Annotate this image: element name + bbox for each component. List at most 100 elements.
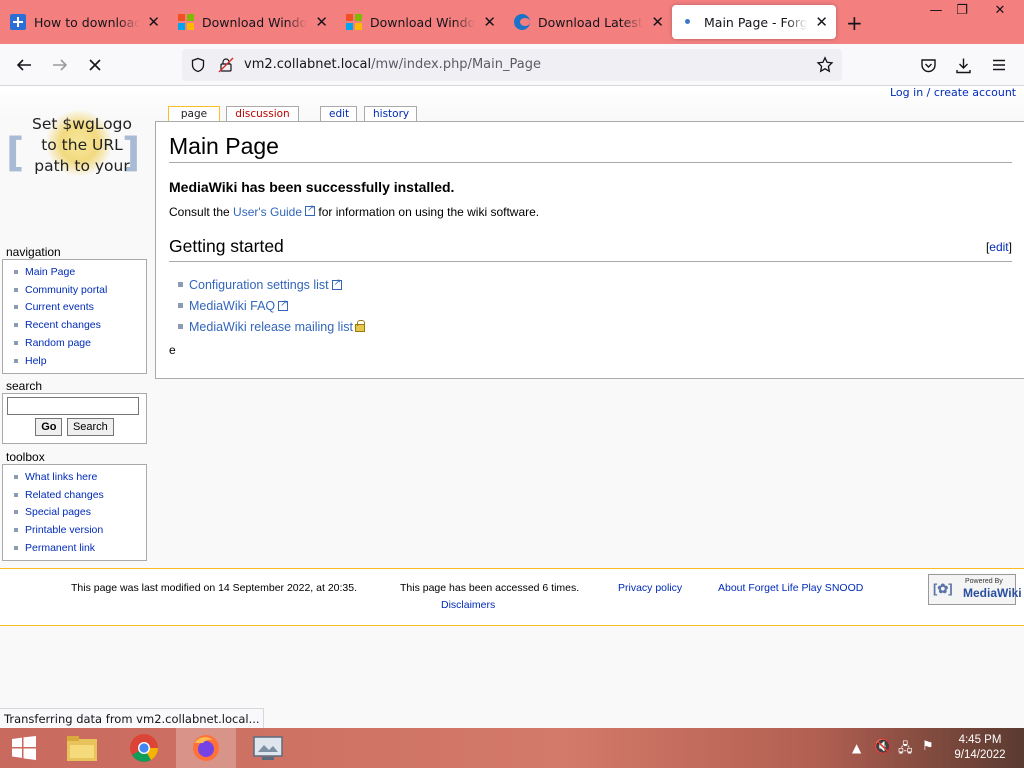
sidebar-item-recent-changes[interactable]: Recent changes <box>14 316 146 334</box>
url-text[interactable]: vm2.collabnet.local/mw/index.php/Main_Pa… <box>244 57 541 72</box>
browser-tab-bar: How to download Wi ✕ Download Windows ✕ … <box>0 0 1024 44</box>
close-icon[interactable]: ✕ <box>815 14 828 30</box>
tab-download-windows-2[interactable]: Download Windows ✕ <box>338 5 504 39</box>
show-hidden-icons-chevron-icon[interactable]: ▲ <box>852 741 861 755</box>
insecure-lock-icon[interactable] <box>218 57 234 73</box>
new-tab-button[interactable]: + <box>846 11 863 35</box>
url-path: /mw/index.php/Main_Page <box>371 57 541 72</box>
close-icon[interactable]: ✕ <box>147 14 160 30</box>
external-link-icon <box>331 277 342 290</box>
tab-edit[interactable]: edit <box>320 106 357 122</box>
para-suffix: for information on using the wiki softwa… <box>318 205 540 219</box>
mediawiki-faq-link[interactable]: MediaWiki FAQ <box>189 299 275 313</box>
tab-page[interactable]: page <box>168 106 220 122</box>
go-button[interactable]: Go <box>35 418 63 436</box>
install-success-heading: MediaWiki has been successfully installe… <box>169 179 455 195</box>
firefox-icon <box>193 735 219 761</box>
url-bar[interactable]: vm2.collabnet.local/mw/index.php/Main_Pa… <box>182 49 842 81</box>
pocket-button[interactable] <box>917 54 939 76</box>
wiki-logo[interactable]: [ ] Set $wgLogo to the URL path to your <box>6 106 146 256</box>
section-divider <box>169 261 1012 262</box>
chrome-icon <box>130 734 158 762</box>
sidebar-item-label: Random page <box>25 337 91 350</box>
toolbox-item-special-pages[interactable]: Special pages <box>14 504 146 522</box>
start-button[interactable] <box>0 728 48 768</box>
close-window-button[interactable]: ✕ <box>984 0 1016 22</box>
users-guide-link[interactable]: User's Guide <box>233 203 316 219</box>
taskbar-clock[interactable]: 4:45 PM 9/14/2022 <box>948 733 1012 763</box>
pocket-icon <box>920 58 936 72</box>
section-edit: [edit] <box>986 240 1012 254</box>
taskbar-firefox[interactable] <box>176 728 236 768</box>
close-icon[interactable]: ✕ <box>315 14 328 30</box>
menu-button[interactable] <box>988 54 1010 76</box>
bullet-icon <box>14 341 18 346</box>
network-icon[interactable]: 🖧 <box>898 739 913 761</box>
navigation-heading: navigation <box>6 245 61 259</box>
sidebar-item-current-events[interactable]: Current events <box>14 299 146 317</box>
sidebar-item-label: Community portal <box>25 283 108 296</box>
privacy-policy-link[interactable]: Privacy policy <box>618 582 682 594</box>
taskbar-screen-app[interactable] <box>238 728 298 768</box>
action-center-icon[interactable]: ⚑ <box>922 739 934 754</box>
bullet-icon <box>14 546 18 551</box>
badge-small-text: Powered By <box>965 578 1003 585</box>
download-icon <box>955 58 971 73</box>
section-edit-link[interactable]: edit <box>989 240 1008 254</box>
hamburger-menu-icon <box>993 59 1005 71</box>
toolbox-item-label: What links here <box>25 470 98 483</box>
toolbox-item-printable-version[interactable]: Printable version <box>14 521 146 539</box>
search-input[interactable] <box>7 397 139 415</box>
restore-button[interactable]: ❐ <box>946 0 978 22</box>
taskbar-file-explorer[interactable] <box>52 728 112 768</box>
bullet-icon <box>14 528 18 533</box>
close-icon[interactable]: ✕ <box>483 14 496 30</box>
stop-button[interactable] <box>84 54 106 76</box>
search-buttons: Go Search <box>7 415 142 436</box>
mailing-list-link[interactable]: MediaWiki release mailing list <box>189 320 353 334</box>
sidebar-item-random-page[interactable]: Random page <box>14 334 146 352</box>
forward-button[interactable] <box>49 54 71 76</box>
powered-by-mediawiki-badge[interactable]: [✿] Powered By MediaWiki <box>928 574 1022 605</box>
bullet-icon <box>178 303 183 308</box>
taskbar-chrome[interactable] <box>114 728 174 768</box>
page-header-bg <box>0 86 1024 116</box>
bullet-icon <box>14 323 18 328</box>
search-button[interactable]: Search <box>66 418 114 436</box>
sidebar-item-community-portal[interactable]: Community portal <box>14 281 146 299</box>
tab-discussion[interactable]: discussion <box>226 106 299 122</box>
arrow-right-icon <box>53 59 68 71</box>
bullet-icon <box>14 358 18 363</box>
toolbox-item-related-changes[interactable]: Related changes <box>14 486 146 504</box>
sidebar-item-help[interactable]: Help <box>14 352 146 370</box>
screen-app-icon <box>253 736 283 760</box>
about-link[interactable]: About Forget Life Play SNOOD <box>718 582 863 594</box>
toolbox-item-permanent-link[interactable]: Permanent link <box>14 539 146 557</box>
bullet-icon <box>14 269 18 274</box>
close-icon[interactable]: ✕ <box>651 14 664 30</box>
title-divider <box>169 162 1012 163</box>
config-settings-link[interactable]: Configuration settings list <box>189 278 329 292</box>
login-link[interactable]: Log in / create account <box>890 86 1016 99</box>
sidebar-item-main-page[interactable]: Main Page <box>14 263 146 281</box>
tab-how-to-download[interactable]: How to download Wi ✕ <box>2 5 168 39</box>
tab-history[interactable]: history <box>364 106 417 122</box>
downloads-button[interactable] <box>952 54 974 76</box>
last-modified-text: This page was last modified on 14 Septem… <box>71 582 358 594</box>
intro-paragraph: Consult the User's Guide for information… <box>169 203 540 219</box>
windows-taskbar: ▲ 🔇 🖧 ⚑ 4:45 PM 9/14/2022 <box>0 728 1024 768</box>
tab-download-drivers[interactable]: Download Latest Dri ✕ <box>506 5 672 39</box>
shield-icon[interactable] <box>190 57 206 73</box>
bookmark-star-icon[interactable] <box>816 56 834 74</box>
disclaimers-link[interactable]: Disclaimers <box>441 599 495 611</box>
external-link-icon <box>278 298 289 311</box>
tab-download-windows-1[interactable]: Download Windows ✕ <box>170 5 336 39</box>
list-item: MediaWiki release mailing list <box>178 316 365 337</box>
bullet-icon <box>14 287 18 292</box>
para-prefix: Consult the <box>169 205 230 219</box>
bullet-icon <box>14 510 18 515</box>
volume-muted-icon[interactable]: 🔇 <box>874 739 891 755</box>
toolbox-item-what-links-here[interactable]: What links here <box>14 468 146 486</box>
back-button[interactable] <box>13 54 35 76</box>
tab-main-page[interactable]: Main Page - Forget L ✕ <box>672 5 836 39</box>
